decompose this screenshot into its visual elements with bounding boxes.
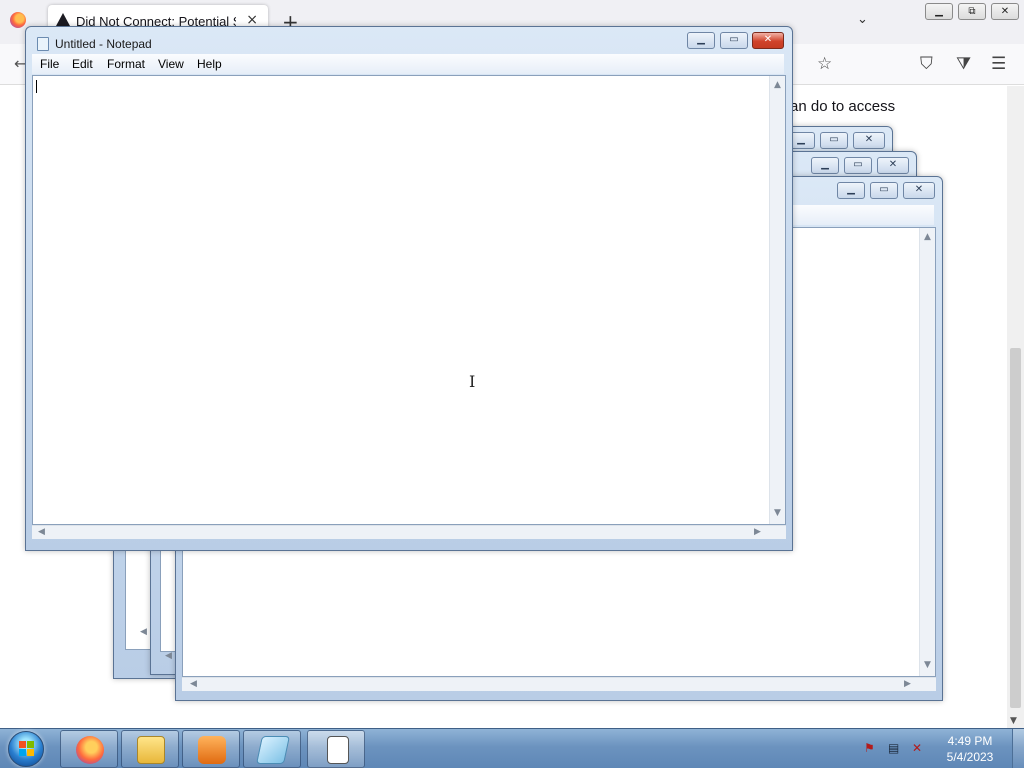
scroll-down-icon[interactable]: ▼ (924, 660, 931, 670)
browser-minimize-button[interactable]: ▁ (925, 3, 953, 20)
scroll-left-icon[interactable]: ◀ (38, 527, 45, 537)
taskbar: ⚑ ▤ ✕ 4:49 PM 5/4/2023 (0, 728, 1024, 768)
vertical-scrollbar[interactable]: ▲ ▼ (769, 76, 785, 524)
pocket-icon[interactable]: ⛉ (920, 54, 933, 74)
taskbar-active-window-button[interactable] (307, 730, 365, 768)
start-button[interactable] (8, 731, 44, 767)
close-button[interactable]: ✕ (877, 157, 909, 174)
notepad-icon (256, 736, 290, 764)
scroll-right-icon[interactable]: ▶ (904, 679, 911, 689)
text-cursor-icon: I (469, 372, 476, 391)
app-menu-icon[interactable]: ☰ (991, 54, 1006, 74)
show-desktop-button[interactable] (1012, 729, 1024, 768)
taskbar-explorer-button[interactable] (121, 730, 179, 768)
scroll-left-icon[interactable]: ◀ (190, 679, 197, 689)
notepad-window[interactable]: Untitled - Notepad ▁ ▭ ✕ File Edit Forma… (25, 26, 793, 551)
close-button[interactable]: ✕ (752, 32, 784, 49)
warning-icon (56, 13, 70, 26)
menu-edit[interactable]: Edit (72, 57, 93, 71)
browser-close-button[interactable]: ✕ (991, 3, 1019, 20)
menu-bar: File Edit Format View Help (32, 54, 784, 74)
explorer-icon (137, 736, 165, 764)
page-body-text: an do to access (790, 98, 896, 115)
browser-scrollbar[interactable]: ▼ (1007, 86, 1024, 728)
menu-file[interactable]: File (40, 57, 59, 71)
horizontal-scrollbar[interactable]: ◀ ▶ (32, 525, 786, 539)
minimize-button[interactable]: ▁ (811, 157, 839, 174)
firefox-logo-icon[interactable] (10, 12, 26, 28)
bookmark-star-icon[interactable]: ☆ (817, 54, 832, 74)
scroll-up-icon[interactable]: ▲ (924, 232, 931, 242)
firefox-icon (76, 736, 104, 764)
open-window-icon (327, 736, 349, 764)
windows-logo-icon (19, 741, 34, 756)
minimize-button[interactable]: ▁ (837, 182, 865, 199)
window-title: Untitled - Notepad (55, 37, 152, 51)
minimize-button[interactable]: ▁ (687, 32, 715, 49)
taskbar-firefox-button[interactable] (60, 730, 118, 768)
horizontal-scrollbar[interactable]: ◀ ▶ (182, 677, 936, 691)
scroll-up-icon[interactable]: ▲ (774, 80, 781, 90)
vertical-scrollbar[interactable]: ▲ ▼ (919, 228, 935, 676)
scroll-left-icon[interactable]: ◀ (140, 627, 147, 637)
maximize-button[interactable]: ▭ (844, 157, 872, 174)
scroll-right-icon[interactable]: ▶ (754, 527, 761, 537)
system-tray: ⚑ ▤ ✕ (864, 741, 934, 757)
close-button[interactable]: ✕ (853, 132, 885, 149)
menu-help[interactable]: Help (197, 57, 222, 71)
menu-format[interactable]: Format (107, 57, 145, 71)
menu-view[interactable]: View (158, 57, 184, 71)
network-icon[interactable]: ▤ (888, 741, 902, 755)
close-button[interactable]: ✕ (903, 182, 935, 199)
volume-muted-icon[interactable]: ✕ (912, 741, 926, 755)
maximize-button[interactable]: ▭ (720, 32, 748, 49)
text-area[interactable]: ▲ ▼ (32, 75, 786, 525)
scroll-left-icon[interactable]: ◀ (165, 651, 172, 661)
scrollbar-thumb[interactable] (1010, 348, 1021, 708)
clock[interactable]: 4:49 PM 5/4/2023 (940, 733, 1000, 765)
scroll-down-icon[interactable]: ▼ (1010, 716, 1017, 726)
text-caret (36, 80, 37, 93)
clock-date: 5/4/2023 (946, 750, 994, 764)
clock-time: 4:49 PM (947, 734, 993, 748)
browser-restore-button[interactable]: ⧉ (958, 3, 986, 20)
taskbar-notepad-button[interactable] (243, 730, 301, 768)
scroll-down-icon[interactable]: ▼ (774, 508, 781, 518)
media-player-icon (198, 736, 226, 764)
notepad-app-icon (37, 37, 49, 51)
extensions-icon[interactable]: ⧩ (956, 54, 971, 74)
maximize-button[interactable]: ▭ (870, 182, 898, 199)
maximize-button[interactable]: ▭ (820, 132, 848, 149)
taskbar-media-player-button[interactable] (182, 730, 240, 768)
action-center-icon[interactable]: ⚑ (864, 741, 878, 755)
chevron-down-icon[interactable]: ⌄ (857, 12, 868, 27)
